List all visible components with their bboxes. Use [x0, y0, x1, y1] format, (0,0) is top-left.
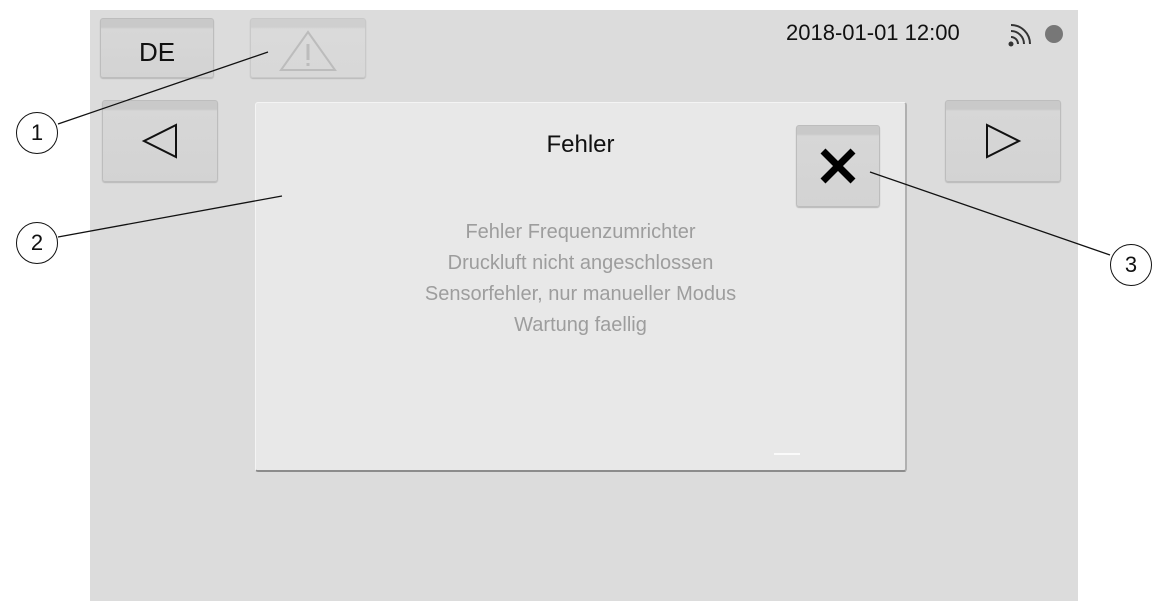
triangle-left-icon: [141, 123, 177, 159]
error-item: Druckluft nicht angeschlossen: [447, 252, 714, 274]
callout-2: 2: [16, 222, 58, 264]
scroll-indicator: [774, 453, 800, 455]
triangle-right-icon: [986, 123, 1022, 159]
language-button[interactable]: DE: [100, 18, 214, 78]
error-item: Fehler Frequenzumrichter: [465, 221, 696, 243]
datetime-display: 2018-01-01 12:00: [786, 20, 960, 45]
error-item: Wartung faellig: [514, 314, 647, 336]
previous-button[interactable]: [102, 100, 218, 182]
warning-button[interactable]: [250, 18, 366, 78]
error-list: Fehler Frequenzumrichter Druckluft nicht…: [256, 217, 905, 341]
callout-3: 3: [1110, 244, 1152, 286]
close-button[interactable]: [796, 125, 880, 207]
callout-1: 1: [16, 112, 58, 154]
wifi-icon: [1008, 24, 1031, 47]
warning-triangle-icon: [279, 30, 337, 71]
close-x-icon: [820, 148, 856, 184]
language-label: DE: [138, 36, 176, 67]
status-indicator: [1045, 25, 1063, 43]
error-dialog: Fehler Fehler Frequenzumrichter Druckluf…: [255, 102, 907, 472]
error-item: Sensorfehler, nur manueller Modus: [424, 283, 737, 305]
next-button[interactable]: [945, 100, 1061, 182]
